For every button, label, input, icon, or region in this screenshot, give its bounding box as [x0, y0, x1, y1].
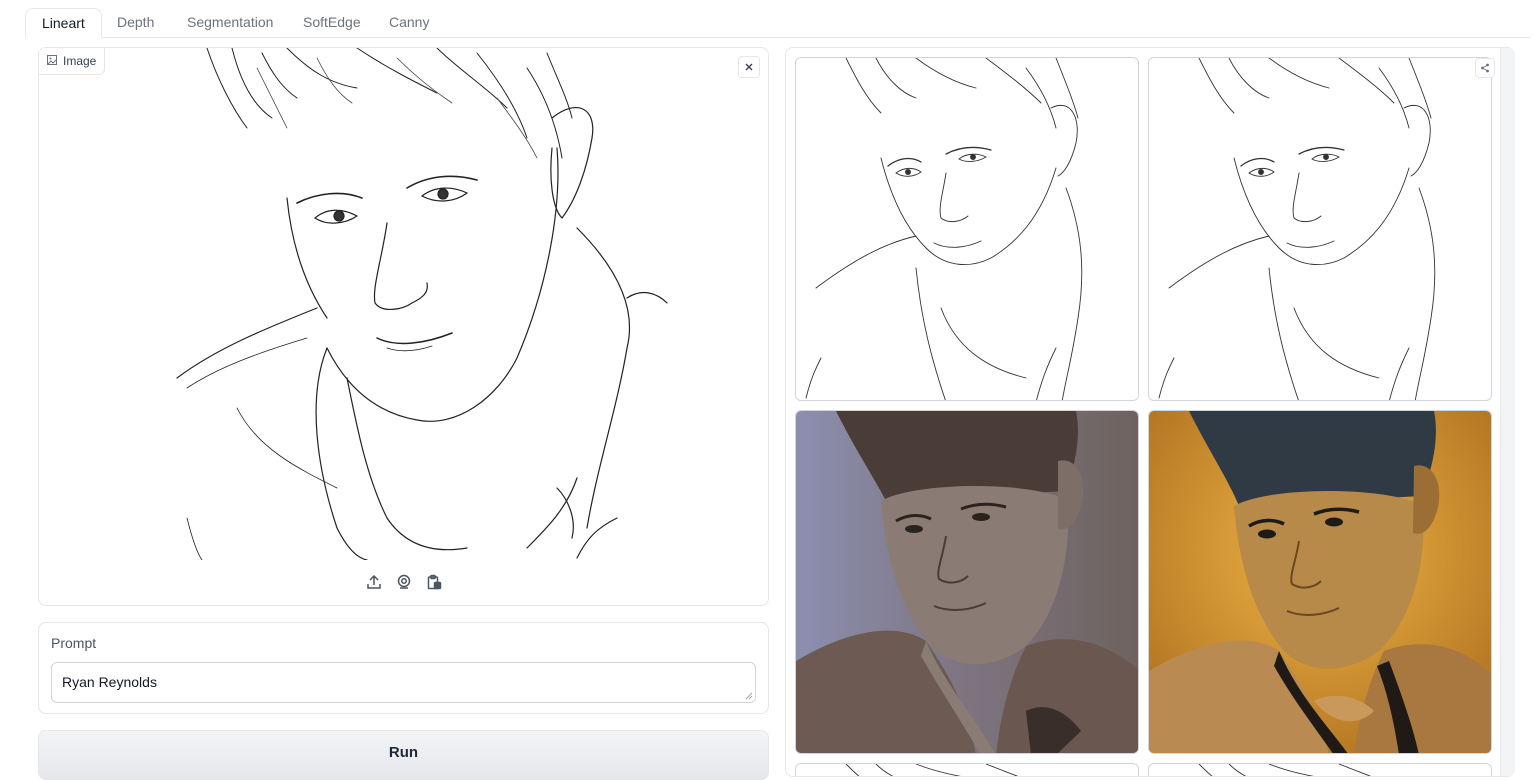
prompt-label: Prompt	[51, 635, 97, 651]
image-source-toolbar	[39, 559, 768, 605]
image-input-panel: Image	[38, 47, 769, 606]
tab-softedge[interactable]: SoftEdge	[287, 8, 377, 36]
gallery-item-portrait-muted[interactable]	[795, 410, 1139, 754]
tab-lineart[interactable]: Lineart	[25, 8, 102, 38]
tab-label: Depth	[117, 14, 155, 30]
clipboard-icon[interactable]	[425, 573, 443, 591]
image-icon	[47, 54, 57, 68]
image-label-badge: Image	[39, 48, 106, 75]
output-gallery	[785, 47, 1515, 777]
run-button-label: Run	[388, 744, 419, 761]
tab-segmentation[interactable]: Segmentation	[171, 8, 289, 36]
gallery-item-lineart-1[interactable]	[795, 57, 1139, 401]
tab-label: Segmentation	[187, 14, 274, 30]
webcam-icon[interactable]	[395, 573, 413, 591]
gallery-item-lineart-3[interactable]	[795, 763, 1139, 776]
close-icon[interactable]	[738, 56, 760, 78]
prompt-panel: Prompt Ryan Reynolds	[38, 622, 769, 714]
share-icon[interactable]	[1475, 58, 1495, 78]
tab-depth[interactable]: Depth	[101, 8, 170, 36]
lineart-sketch-image[interactable]	[57, 48, 751, 561]
tab-label: Lineart	[42, 15, 85, 31]
gallery-scrollbar[interactable]	[1500, 48, 1515, 776]
tab-bar: Lineart Depth Segmentation SoftEdge Cann…	[25, 0, 1530, 38]
prompt-value: Ryan Reynolds	[62, 674, 157, 690]
tab-canny[interactable]: Canny	[373, 8, 445, 36]
resize-handle-icon[interactable]	[745, 692, 753, 700]
gallery-item-lineart-2[interactable]	[1148, 57, 1492, 401]
tab-label: Canny	[389, 14, 430, 30]
tab-label: SoftEdge	[303, 14, 361, 30]
image-label: Image	[63, 54, 97, 68]
gallery-item-lineart-4[interactable]	[1148, 763, 1492, 776]
gallery-item-portrait-golden[interactable]	[1148, 410, 1492, 754]
prompt-textarea[interactable]: Ryan Reynolds	[51, 662, 756, 703]
run-button[interactable]: Run	[38, 730, 769, 780]
upload-icon[interactable]	[365, 573, 383, 591]
